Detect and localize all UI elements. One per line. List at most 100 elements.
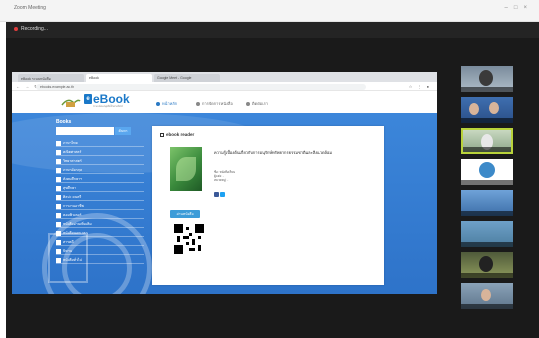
sidebar-category-item[interactable]: หนังสือนอกเวลา: [56, 228, 144, 237]
browser-extension-icons[interactable]: ☆ ⋮ ●: [409, 84, 431, 89]
category-checkbox-icon[interactable]: [56, 230, 61, 236]
qr-code: [174, 224, 204, 254]
category-label: วิทยาศาสตร์: [63, 159, 82, 163]
nav-contact[interactable]: ติดต่อเรา: [246, 100, 268, 107]
participant-tile[interactable]: [461, 159, 513, 185]
recording-indicator[interactable]: Recording...: [14, 26, 48, 32]
home-icon: [156, 101, 160, 106]
nav-home[interactable]: หน้าหลัก: [156, 100, 177, 107]
participant-name: [461, 242, 513, 247]
nav-contact-label: ติดต่อเรา: [252, 101, 268, 106]
sidebar-title: Books: [56, 119, 72, 125]
book-detail-card: ebook reader ความรู้เบื้องต้นเกี่ยวกับกา…: [152, 126, 384, 285]
category-checkbox-icon[interactable]: [56, 149, 61, 155]
participant-tile[interactable]: [461, 66, 513, 92]
site-logo-subtitle: ระบบห้องสมุดอิเล็กทรอนิกส์: [93, 105, 123, 108]
sidebar-category-item[interactable]: วิทยาศาสตร์: [56, 156, 144, 165]
sidebar-category-item[interactable]: สารคดี: [56, 237, 144, 246]
nav-home-label: หน้าหลัก: [162, 101, 178, 106]
book-description: ความรู้เบื้องต้นเกี่ยวกับการอนุรักษ์ทรัพ…: [214, 150, 333, 155]
meeting-area: Recording... eBook ระบบหนังสือ eBook Goo…: [6, 22, 539, 338]
window-titlebar: Zoom Meeting –□×: [0, 0, 539, 22]
category-checkbox-icon[interactable]: [56, 167, 61, 173]
browser-addressbar: ← → ↻ ebooks.example.ac.th ☆ ⋮ ●: [12, 82, 437, 91]
participant-name: [461, 87, 513, 92]
category-checkbox-icon[interactable]: [56, 185, 61, 191]
participant-tile[interactable]: [461, 283, 513, 309]
window-controls[interactable]: –□×: [505, 5, 533, 11]
category-checkbox-icon[interactable]: [56, 221, 61, 227]
category-sidebar: Books ค้นหา ภาษาไทยคณิตศาสตร์วิทยาศาสตร์…: [56, 119, 144, 264]
url-field[interactable]: ebooks.example.ac.th: [36, 83, 366, 90]
category-checkbox-icon[interactable]: [56, 239, 61, 245]
sidebar-category-item[interactable]: คณิตศาสตร์: [56, 147, 144, 156]
category-checkbox-icon[interactable]: [56, 140, 61, 146]
sidebar-search: ค้นหา: [56, 127, 144, 135]
participant-name: [463, 147, 511, 152]
browser-tabbar: eBook ระบบหนังสือ eBook Google Meet - Go…: [12, 72, 437, 82]
contact-icon: [246, 101, 250, 106]
category-checkbox-icon[interactable]: [56, 203, 61, 209]
category-label: หนังสืออ่านเพิ่มเติม: [63, 222, 92, 226]
participant-tile[interactable]: [461, 252, 513, 278]
category-label: คอมพิวเตอร์: [63, 213, 82, 217]
sidebar-category-item[interactable]: สังคมศึกษาฯ: [56, 174, 144, 183]
sidebar-category-item[interactable]: ภาษาอังกฤษ: [56, 165, 144, 174]
site-logo[interactable]: eBook: [93, 92, 130, 106]
book-cover[interactable]: [170, 147, 202, 191]
participant-tile[interactable]: [461, 128, 513, 154]
category-label: คณิตศาสตร์: [63, 150, 82, 154]
participant-name: [461, 211, 513, 216]
site-header: e eBook ระบบห้องสมุดอิเล็กทรอนิกส์ หน้าห…: [12, 91, 437, 113]
browser-tab[interactable]: Google Meet - Google: [154, 74, 220, 82]
twitter-icon[interactable]: [220, 192, 225, 197]
category-label: สังคมศึกษาฯ: [63, 177, 83, 181]
category-checkbox-icon[interactable]: [56, 176, 61, 182]
participant-name: [461, 180, 513, 185]
category-checkbox-icon[interactable]: [56, 158, 61, 164]
sidebar-category-item[interactable]: นิทาน: [56, 246, 144, 255]
participant-tile[interactable]: [461, 97, 513, 123]
browser-tab[interactable]: eBook ระบบหนังสือ: [18, 74, 84, 82]
meeting-topbar: Recording...: [6, 22, 539, 38]
participant-tile[interactable]: [461, 190, 513, 216]
sidebar-category-item[interactable]: ศิลปะ ดนตรี: [56, 192, 144, 201]
nav-manage[interactable]: การจัดการหนังสือ: [196, 100, 233, 107]
meta-line: หมวดหมู่: -: [214, 178, 229, 182]
browser-tab[interactable]: eBook: [86, 74, 152, 82]
search-button[interactable]: ค้นหา: [115, 127, 131, 135]
category-label: ภาษาไทย: [63, 141, 78, 145]
category-checkbox-icon[interactable]: [56, 212, 61, 218]
participant-tile[interactable]: [461, 221, 513, 247]
category-checkbox-icon[interactable]: [56, 248, 61, 254]
category-checkbox-icon[interactable]: [56, 257, 61, 263]
share-buttons: [214, 184, 226, 202]
logo-e-icon: e: [84, 94, 92, 104]
leaf-image: [176, 157, 196, 181]
category-label: สุขศึกษา: [63, 186, 77, 190]
sidebar-category-item[interactable]: สุขศึกษา: [56, 183, 144, 192]
sidebar-category-item[interactable]: คอมพิวเตอร์: [56, 210, 144, 219]
category-checkbox-icon[interactable]: [56, 194, 61, 200]
facebook-icon[interactable]: [214, 192, 219, 197]
category-label: ศิลปะ ดนตรี: [63, 195, 82, 199]
category-label: หนังสือทั่วไป: [63, 258, 82, 262]
sidebar-category-item[interactable]: ภาษาไทย: [56, 138, 144, 147]
sidebar-category-item[interactable]: การงานอาชีพ: [56, 201, 144, 210]
book-icon: [196, 101, 200, 106]
sidebar-category-item[interactable]: หนังสือทั่วไป: [56, 255, 144, 264]
search-input[interactable]: [56, 127, 114, 135]
category-label: การงานอาชีพ: [63, 204, 84, 208]
participant-name: [461, 304, 513, 309]
book-meta: ชื่อ: หนังสือเรียน ผู้แต่ง: - หมวดหมู่: …: [214, 170, 235, 182]
card-title: ebook reader: [160, 132, 194, 137]
screen: Zoom Meeting –□× Recording... eBook ระบบ…: [0, 0, 539, 338]
category-list: ภาษาไทยคณิตศาสตร์วิทยาศาสตร์ภาษาอังกฤษสั…: [56, 138, 144, 264]
sidebar-category-item[interactable]: หนังสืออ่านเพิ่มเติม: [56, 219, 144, 228]
shared-screen: eBook ระบบหนังสือ eBook Google Meet - Go…: [12, 72, 437, 294]
read-book-button[interactable]: อ่านหนังสือ: [170, 210, 200, 218]
logo-book-icon: [61, 99, 81, 107]
participant-strip: [461, 66, 517, 314]
category-label: นิทาน: [63, 249, 73, 253]
book-icon: [160, 132, 164, 137]
